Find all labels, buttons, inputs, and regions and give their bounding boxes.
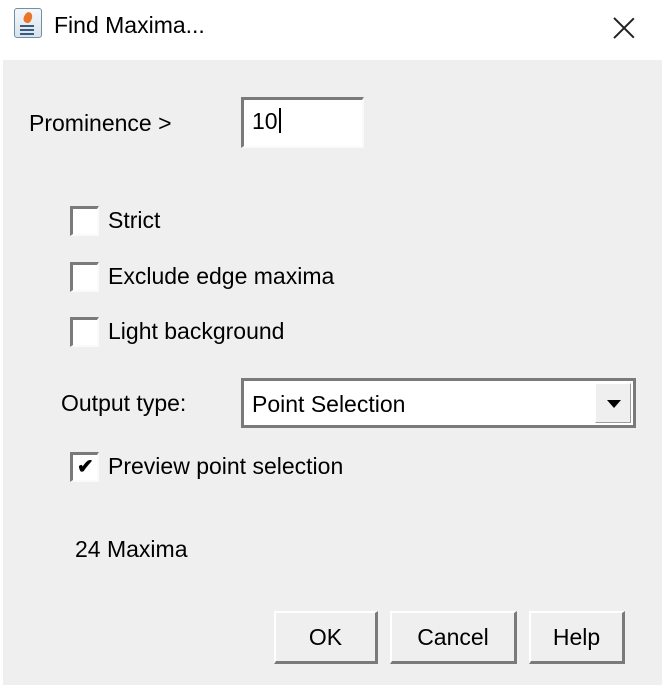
text-caret xyxy=(278,108,281,133)
prominence-input[interactable]: 10 xyxy=(241,97,364,148)
output-type-value: Point Selection xyxy=(252,391,406,417)
dialog-panel xyxy=(3,60,662,685)
preview-point-selection-label[interactable]: Preview point selection xyxy=(108,453,343,480)
flame-glyph xyxy=(22,10,34,25)
checkmark-icon: ✔ xyxy=(77,456,94,478)
output-type-label: Output type: xyxy=(61,390,187,416)
ok-button[interactable]: OK xyxy=(274,611,378,664)
preview-point-selection-checkbox[interactable]: ✔ xyxy=(70,452,99,482)
close-icon[interactable] xyxy=(606,10,642,46)
exclude-edge-maxima-checkbox[interactable] xyxy=(70,262,99,292)
chevron-down-icon[interactable] xyxy=(595,383,631,423)
prominence-value: 10 xyxy=(252,108,278,134)
light-background-checkbox[interactable] xyxy=(70,317,99,347)
cancel-button[interactable]: Cancel xyxy=(390,611,517,664)
window-title: Find Maxima... xyxy=(54,12,205,38)
prominence-label: Prominence > xyxy=(29,110,172,136)
java-app-icon xyxy=(14,8,42,38)
help-button[interactable]: Help xyxy=(529,611,625,664)
maxima-count: 24 Maxima xyxy=(75,536,188,562)
title-bar: Find Maxima... xyxy=(0,0,664,58)
strict-checkbox[interactable] xyxy=(70,206,99,236)
light-background-label[interactable]: Light background xyxy=(108,318,284,345)
exclude-edge-maxima-label[interactable]: Exclude edge maxima xyxy=(108,263,334,290)
output-type-select[interactable]: Point Selection xyxy=(241,378,636,428)
cup-glyph xyxy=(20,25,34,27)
strict-label[interactable]: Strict xyxy=(108,207,160,234)
